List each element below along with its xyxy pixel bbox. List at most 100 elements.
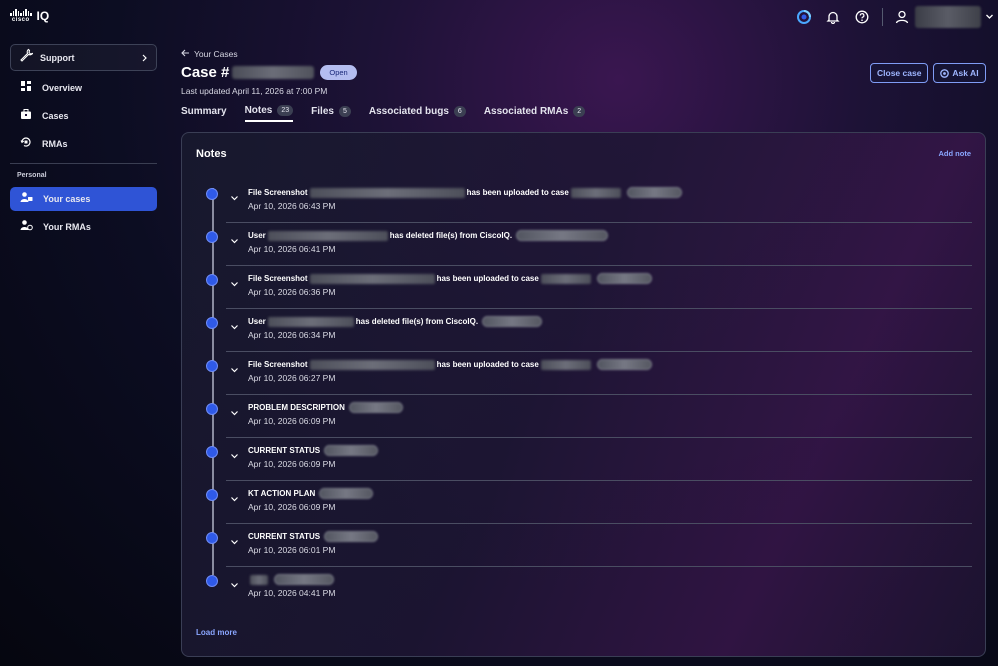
- note-suffix: has deleted file(s) from CiscoIQ.: [389, 231, 513, 240]
- rma-icon: [20, 135, 32, 153]
- chevron-down-icon[interactable]: [985, 8, 994, 26]
- note-prefix: User: [248, 231, 266, 240]
- chevron-down-icon[interactable]: [230, 275, 239, 293]
- chevron-down-icon[interactable]: [230, 189, 239, 207]
- note-suffix: has been uploaded to case: [466, 188, 569, 197]
- user-icon[interactable]: [893, 8, 911, 26]
- redacted-tag: [274, 574, 334, 585]
- redacted-case-number: [570, 187, 621, 198]
- tab-files[interactable]: Files 5: [311, 104, 351, 122]
- tab-count-badge: 5: [338, 105, 351, 117]
- note-item[interactable]: User has deleted file(s) from CiscoIQ. A…: [206, 223, 972, 266]
- page-title: Case # Open: [181, 64, 357, 81]
- note-item[interactable]: CURRENT STATUS Apr 10, 2026 06:01 PM: [206, 524, 972, 567]
- load-more-button[interactable]: Load more: [196, 628, 237, 637]
- redacted-tag: [626, 187, 682, 198]
- chevron-down-icon[interactable]: [230, 576, 239, 594]
- chevron-down-icon[interactable]: [230, 232, 239, 250]
- tab-associated-bugs[interactable]: Associated bugs 6: [369, 104, 466, 122]
- chevron-down-icon[interactable]: [230, 318, 239, 336]
- tab-associated-rmas[interactable]: Associated RMAs 2: [484, 104, 586, 122]
- arrow-left-icon: [181, 49, 190, 59]
- note-heading: CURRENT STATUS: [248, 531, 379, 542]
- case-title-prefix: Case #: [181, 64, 230, 81]
- note-date: Apr 10, 2026 06:34 PM: [248, 330, 336, 340]
- timeline-dot: [206, 575, 218, 587]
- note-heading: User has deleted file(s) from CiscoIQ.: [248, 316, 543, 327]
- status-badge: Open: [320, 65, 357, 80]
- note-prefix: File Screenshot: [248, 188, 308, 197]
- sidebar-item-cases[interactable]: Cases: [10, 104, 157, 128]
- support-menu-button[interactable]: Support: [10, 44, 157, 71]
- note-date: Apr 10, 2026 06:27 PM: [248, 373, 336, 383]
- note-item[interactable]: CURRENT STATUS Apr 10, 2026 06:09 PM: [206, 438, 972, 481]
- chevron-down-icon[interactable]: [230, 490, 239, 508]
- note-heading: KT ACTION PLAN: [248, 488, 374, 499]
- logo-iq: IQ: [36, 9, 50, 23]
- note-item[interactable]: PROBLEM DESCRIPTION Apr 10, 2026 06:09 P…: [206, 395, 972, 438]
- add-note-button[interactable]: Add note: [939, 149, 972, 158]
- timeline-dot: [206, 188, 218, 200]
- redacted-file-name: [309, 359, 435, 370]
- chevron-down-icon[interactable]: [230, 447, 239, 465]
- note-date: Apr 10, 2026 06:09 PM: [248, 459, 336, 469]
- note-item[interactable]: User has deleted file(s) from CiscoIQ. A…: [206, 309, 972, 352]
- note-heading: File Screenshot has been uploaded to cas…: [248, 273, 652, 284]
- user-cases-icon: [20, 190, 33, 208]
- timeline-dot: [206, 360, 218, 372]
- redacted-tag: [324, 445, 379, 456]
- note-heading: CURRENT STATUS: [248, 445, 379, 456]
- redacted-tag: [319, 488, 374, 499]
- redacted-tag: [348, 402, 403, 413]
- note-item[interactable]: Apr 10, 2026 04:41 PM: [206, 567, 972, 610]
- note-date: Apr 10, 2026 06:09 PM: [248, 502, 336, 512]
- notes-panel: Notes Add note File Screenshot has been …: [181, 132, 986, 657]
- close-case-button[interactable]: Close case: [870, 63, 929, 83]
- note-item[interactable]: File Screenshot has been uploaded to cas…: [206, 266, 972, 309]
- note-date: Apr 10, 2026 06:09 PM: [248, 416, 336, 426]
- note-item[interactable]: File Screenshot has been uploaded to cas…: [206, 352, 972, 395]
- support-label: Support: [40, 52, 75, 63]
- note-prefix: CURRENT STATUS: [248, 446, 321, 455]
- sidebar-item-label: Your cases: [43, 194, 91, 204]
- chevron-down-icon[interactable]: [230, 404, 239, 422]
- cisco-iq-assist-icon[interactable]: [795, 8, 813, 26]
- tab-summary[interactable]: Summary: [181, 104, 227, 122]
- cisco-iq-logo[interactable]: cisco IQ: [10, 9, 49, 23]
- sidebar-item-label: Overview: [42, 83, 83, 93]
- redacted-user-name: [267, 316, 354, 327]
- case-tabs: Summary Notes 23 Files 5 Associated bugs…: [181, 104, 603, 122]
- tab-notes[interactable]: Notes 23: [244, 104, 294, 122]
- chevron-right-icon: [141, 49, 148, 67]
- note-prefix: CURRENT STATUS: [248, 532, 321, 541]
- sidebar-item-label: RMAs: [42, 139, 68, 149]
- note-heading: PROBLEM DESCRIPTION: [248, 402, 403, 413]
- tab-label: Summary: [181, 105, 227, 117]
- sidebar-item-overview[interactable]: Overview: [10, 76, 157, 100]
- tab-count-badge: 2: [573, 105, 586, 117]
- note-date: Apr 10, 2026 06:01 PM: [248, 545, 336, 555]
- sidebar-item-rmas[interactable]: RMAs: [10, 132, 157, 156]
- help-icon[interactable]: [853, 8, 871, 26]
- note-date: Apr 10, 2026 06:43 PM: [248, 201, 336, 211]
- bell-icon[interactable]: [824, 8, 842, 26]
- ask-ai-label: Ask AI: [952, 68, 979, 78]
- redacted-case-number: [540, 359, 591, 370]
- back-to-cases-link[interactable]: Your Cases: [181, 49, 238, 59]
- timeline-dot: [206, 446, 218, 458]
- user-name-redacted[interactable]: [915, 6, 981, 28]
- chevron-down-icon[interactable]: [230, 361, 239, 379]
- note-prefix: File Screenshot: [248, 360, 308, 369]
- sidebar-item-your-rmas[interactable]: Your RMAs: [10, 215, 157, 239]
- note-suffix: has been uploaded to case: [436, 274, 539, 283]
- note-item[interactable]: KT ACTION PLAN Apr 10, 2026 06:09 PM: [206, 481, 972, 524]
- redacted-tag: [482, 316, 543, 327]
- chevron-down-icon[interactable]: [230, 533, 239, 551]
- timeline-dot: [206, 403, 218, 415]
- ask-ai-button[interactable]: Ask AI: [933, 63, 986, 83]
- note-prefix: PROBLEM DESCRIPTION: [248, 403, 345, 412]
- redacted-tag: [324, 531, 379, 542]
- note-item[interactable]: File Screenshot has been uploaded to cas…: [206, 180, 972, 223]
- note-prefix: KT ACTION PLAN: [248, 489, 316, 498]
- sidebar-item-your-cases[interactable]: Your cases: [10, 187, 157, 211]
